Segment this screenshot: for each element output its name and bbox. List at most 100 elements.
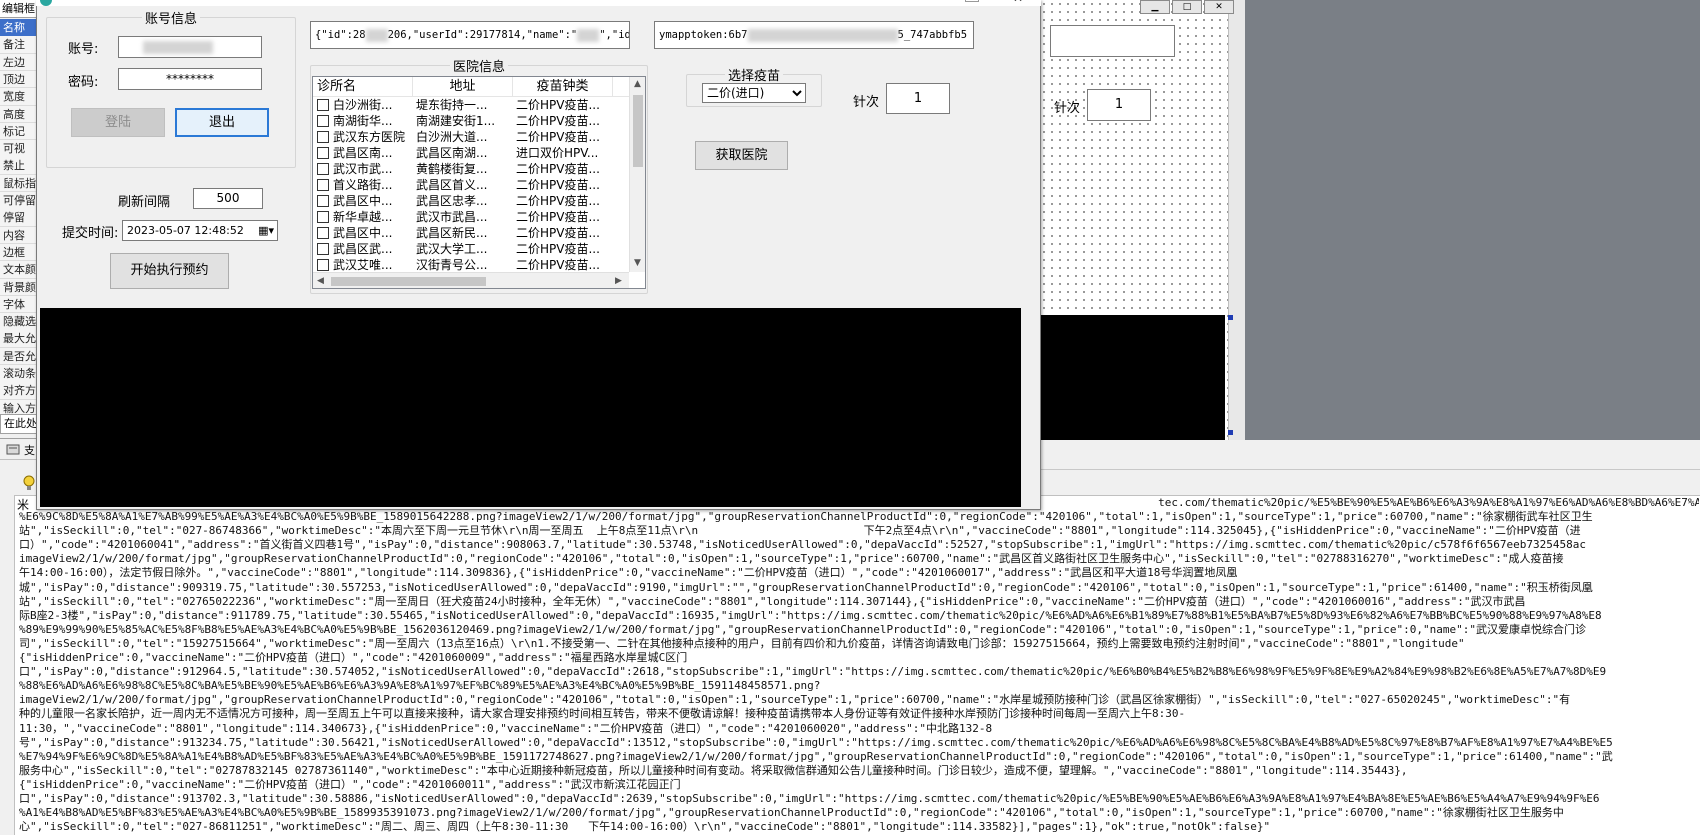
list-horizontal-scrollbar[interactable]: ◀ ▶ (313, 272, 629, 288)
hospital-row[interactable]: 武汉市武... 黄鹤楼街复... 二价HPV疫苗... (313, 161, 629, 177)
hospital-row[interactable]: 武汉东方医院 白沙洲大道... 二价HPV疫苗... (313, 129, 629, 145)
hospital-group-title: 医院信息 (452, 60, 505, 75)
refresh-interval-field[interactable]: 500 (193, 188, 263, 209)
property-row[interactable]: 最大允 (0, 330, 39, 348)
property-row[interactable]: 顶边 (0, 70, 39, 89)
clinic-name-cell: 武昌区中... (333, 194, 393, 208)
maximize-icon[interactable]: □ (1172, 0, 1202, 14)
scroll-right-icon[interactable]: ▶ (615, 276, 622, 286)
output-panel[interactable]: 米 tec.com/thematic%20pic/%E5%BE%90%E5%AE… (14, 495, 1700, 835)
vaccine-type-cell: 二价HPV疫苗... (516, 178, 600, 192)
property-row[interactable]: 对齐方 (0, 382, 39, 400)
property-row[interactable]: 停留 (0, 209, 39, 227)
row-checkbox[interactable] (317, 147, 329, 159)
close-icon[interactable]: ✕ (1204, 0, 1234, 14)
start-booking-button[interactable]: 开始执行预约 (110, 253, 229, 289)
designer-needle-input[interactable]: 1 (1087, 89, 1151, 121)
hospital-row[interactable]: 武昌区中... 武昌区忠孝... 二价HPV疫苗... (313, 193, 629, 209)
property-hint: 在此处 (0, 414, 40, 434)
designer-scrollbar[interactable] (1228, 0, 1245, 440)
resize-handle[interactable] (1228, 315, 1233, 320)
row-checkbox[interactable] (317, 179, 329, 191)
clinic-name-cell: 武汉市武... (333, 162, 393, 176)
property-panel-header: 编辑框 (0, 0, 39, 18)
property-row[interactable]: 备注 (0, 36, 39, 54)
row-checkbox[interactable] (317, 243, 329, 255)
hospital-row[interactable]: 南湖街华... 南湖建安街1... 二价HPV疫苗... (313, 113, 629, 129)
output-line: 心","isSeckill":0,"tel":"027-86811251","w… (19, 820, 1271, 834)
row-checkbox[interactable] (317, 163, 329, 175)
hospital-listview[interactable]: 诊所名 地址 疫苗钟类 白沙洲街... 堤东街持一... 二价HPV疫苗... 南湖街… (312, 76, 646, 289)
property-row[interactable]: 左边 (0, 53, 39, 72)
get-hospital-button[interactable]: 获取医院 (695, 141, 788, 170)
row-checkbox[interactable] (317, 131, 329, 143)
row-checkbox[interactable] (317, 211, 329, 223)
property-row[interactable]: 可停留 (0, 192, 39, 210)
output-line: 口","isPay":0,"distance":913702.3,"latitu… (19, 791, 1600, 805)
property-row[interactable]: 字体 (0, 295, 39, 314)
property-row[interactable]: 背景颜 (0, 278, 39, 296)
logout-button[interactable]: 退出 (175, 108, 269, 137)
lightbulb-icon[interactable] (22, 475, 36, 494)
scroll-left-icon[interactable]: ◀ (317, 276, 324, 286)
property-row[interactable]: 名称 (0, 19, 39, 37)
scroll-down-icon[interactable]: ▼ (634, 258, 641, 268)
property-row[interactable]: 隐藏选 (0, 313, 39, 331)
scroll-up-icon[interactable]: ▲ (634, 79, 641, 89)
list-vertical-thumb[interactable] (633, 95, 643, 167)
property-row[interactable]: 文本颜 (0, 261, 39, 279)
hospital-row[interactable]: 武汉艾唯... 汉街青号公... 二价HPV疫苗... (313, 257, 629, 273)
designer-textbox[interactable] (1050, 25, 1175, 57)
calendar-dropdown-icon[interactable]: ▦▾ (258, 221, 274, 240)
close-icon[interactable]: ✕ (1003, 0, 1033, 6)
login-button[interactable]: 登陆 (71, 108, 165, 137)
needle-count-field[interactable]: 1 (886, 83, 950, 114)
property-row[interactable]: 禁止 (0, 157, 39, 175)
row-checkbox[interactable] (317, 195, 329, 207)
user-json-field[interactable]: {"id":28 206,"userId":29177814,"name":" ",… (310, 21, 630, 49)
column-header-address[interactable]: 地址 (413, 77, 513, 97)
vaccine-type-cell: 二价HPV疫苗... (516, 130, 600, 144)
list-horizontal-thumb[interactable] (331, 277, 486, 286)
row-checkbox[interactable] (317, 227, 329, 239)
list-vertical-scrollbar[interactable]: ▲ ▼ (629, 77, 645, 272)
hospital-row[interactable]: 武昌区南... 武昌区南湖... 进口双价HPV... (313, 145, 629, 161)
output-text[interactable]: tec.com/thematic%20pic/%E5%BE%90%E5%AE%B… (19, 496, 1699, 835)
property-row[interactable]: 滚动条 (0, 365, 39, 383)
hospital-row[interactable]: 武昌区武... 武汉大学工... 二价HPV疫苗... (313, 241, 629, 257)
vaccine-type-cell: 二价HPV疫苗... (516, 242, 600, 256)
output-line: 口","isPay":0,"distance":912964.5,"latitu… (19, 665, 1607, 679)
designer-black-box[interactable] (1040, 315, 1225, 440)
minimize-icon[interactable]: ▁ (1140, 0, 1170, 14)
password-field[interactable]: ******** (118, 68, 262, 90)
vaccine-type-cell: 二价HPV疫苗... (516, 98, 600, 112)
column-header-clinic[interactable]: 诊所名 (313, 77, 413, 97)
hospital-row[interactable]: 武昌区中... 武昌区新民... 二价HPV疫苗... (313, 225, 629, 241)
property-row[interactable]: 鼠标指 (0, 174, 39, 193)
username-field[interactable] (118, 36, 262, 58)
property-row[interactable]: 内容 (0, 226, 39, 245)
hospital-row[interactable]: 新华卓越... 武汉市武昌... 二价HPV疫苗... (313, 209, 629, 225)
dialog-titlebar[interactable] (36, 0, 1041, 6)
property-row[interactable]: 高度 (0, 105, 39, 123)
log-console[interactable] (40, 308, 1021, 507)
resize-handle[interactable] (1228, 430, 1233, 435)
restore-icon[interactable] (965, 0, 979, 2)
address-cell: 武汉市武昌... (416, 210, 488, 224)
vaccine-select[interactable]: 二价(进口) (702, 83, 806, 103)
property-row[interactable]: 是否允 (0, 347, 39, 366)
column-header-vaccine[interactable]: 疫苗钟类 (513, 77, 613, 97)
output-line: 种的儿童限一名家长陪护，近一周内无不适情况方可接种，周一至周五上午可以直接来接种… (19, 707, 1186, 721)
hospital-row[interactable]: 首义路街... 武昌区首义... 二价HPV疫苗... (313, 177, 629, 193)
row-checkbox[interactable] (317, 115, 329, 127)
support-library-icon[interactable] (6, 442, 20, 456)
property-row[interactable]: 宽度 (0, 88, 39, 106)
token-field[interactable]: ymapptoken:6b7 5_747abbfb5 (654, 21, 974, 49)
row-checkbox[interactable] (317, 99, 329, 111)
hospital-row[interactable]: 白沙洲街... 堤东街持一... 二价HPV疫苗... (313, 97, 629, 113)
submit-time-picker[interactable]: 2023-05-07 12:48:52 ▦▾ (122, 220, 278, 241)
property-row[interactable]: 可视 (0, 140, 39, 158)
property-row[interactable]: 边框 (0, 243, 39, 262)
property-row[interactable]: 标记 (0, 122, 39, 141)
row-checkbox[interactable] (317, 259, 329, 271)
